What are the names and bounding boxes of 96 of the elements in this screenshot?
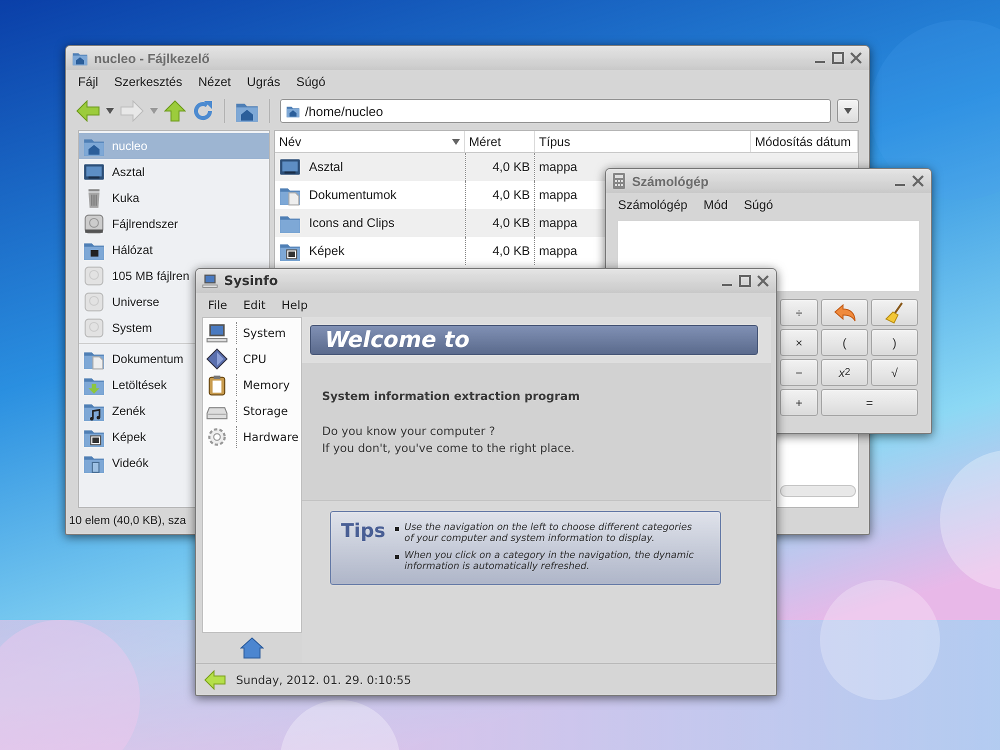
heading: System information extraction program bbox=[322, 389, 581, 403]
sidebar-item[interactable]: Kuka bbox=[79, 185, 144, 211]
column-header[interactable]: Módosítás dátum bbox=[751, 131, 858, 152]
menu-item[interactable]: Súgó bbox=[738, 195, 780, 215]
navigation-item[interactable]: Storage bbox=[206, 398, 298, 424]
sidebar-item[interactable]: Letöltések bbox=[79, 372, 171, 398]
horizontal-scrollbar[interactable] bbox=[780, 485, 856, 497]
size-cell: 4,0 KB bbox=[465, 153, 535, 181]
file-name-cell[interactable]: Icons and Clips bbox=[275, 209, 465, 237]
drive-icon bbox=[83, 317, 105, 339]
maximize-icon[interactable] bbox=[831, 51, 845, 65]
window-title: Számológép bbox=[632, 174, 710, 188]
column-header[interactable]: Méret bbox=[465, 131, 535, 152]
navigation-item[interactable]: Hardware bbox=[206, 424, 298, 450]
status-text: Sunday, 2012. 01. 29. 0:10:55 bbox=[236, 672, 412, 686]
file-name-cell[interactable]: Képek bbox=[275, 237, 465, 265]
type-cell: mappa bbox=[539, 188, 578, 202]
undo-arrow-icon bbox=[834, 304, 856, 322]
navigation-item[interactable]: Memory bbox=[206, 372, 298, 398]
window-title: Sysinfo bbox=[224, 274, 279, 288]
sidebar-item[interactable]: Videók bbox=[79, 450, 152, 476]
calculator-key[interactable]: × bbox=[780, 329, 818, 356]
sidebar-item[interactable]: Képek bbox=[79, 424, 150, 450]
type-cell: mappa bbox=[539, 216, 578, 230]
window-title: nucleo - Fájlkezelő bbox=[94, 50, 211, 66]
undo-button[interactable] bbox=[821, 299, 868, 326]
sidebar-item[interactable]: Zenék bbox=[79, 398, 150, 424]
sort-arrow-icon bbox=[452, 138, 460, 144]
diamond-icon bbox=[206, 348, 228, 370]
menu-item[interactable]: File bbox=[202, 295, 234, 315]
file-name-cell[interactable]: Asztal bbox=[275, 153, 465, 181]
caret-icon bbox=[844, 108, 852, 114]
bullet-icon bbox=[395, 527, 400, 531]
navigation-item[interactable]: CPU bbox=[206, 346, 298, 372]
welcome-banner: Welcome to bbox=[310, 325, 758, 355]
type-cell: mappa bbox=[539, 244, 578, 258]
navigation-item[interactable]: System bbox=[206, 320, 298, 346]
column-header[interactable]: Név bbox=[275, 131, 465, 152]
sidebar-item[interactable]: Universe bbox=[79, 289, 164, 315]
close-icon[interactable] bbox=[756, 274, 770, 288]
column-header[interactable]: Típus bbox=[535, 131, 751, 152]
close-icon[interactable] bbox=[849, 51, 863, 65]
up-arrow-icon[interactable] bbox=[164, 100, 186, 122]
home-icon[interactable] bbox=[240, 637, 264, 659]
intro-text: If you don't, you've come to the right place. bbox=[322, 440, 576, 457]
intro-text: Do you know your computer ? bbox=[322, 423, 496, 440]
back-arrow-icon[interactable] bbox=[76, 100, 100, 122]
maximize-icon[interactable] bbox=[738, 274, 752, 288]
size-cell: 4,0 KB bbox=[465, 237, 535, 265]
clipboard-icon bbox=[206, 374, 228, 396]
home-folder-icon bbox=[72, 50, 88, 66]
broom-icon bbox=[884, 302, 904, 324]
menu-item[interactable]: Fájl bbox=[72, 72, 104, 92]
calculator-icon bbox=[612, 173, 626, 189]
drive-icon bbox=[83, 265, 105, 287]
tips-title: Tips bbox=[341, 520, 386, 544]
close-icon[interactable] bbox=[911, 174, 925, 188]
caret-icon[interactable] bbox=[106, 108, 114, 114]
type-cell: mappa bbox=[539, 160, 578, 174]
gear-icon bbox=[206, 426, 228, 448]
refresh-icon[interactable] bbox=[192, 100, 214, 122]
file-name-cell[interactable]: Dokumentumok bbox=[275, 181, 465, 209]
dropdown-button[interactable] bbox=[837, 99, 859, 123]
size-cell: 4,0 KB bbox=[465, 209, 535, 237]
calculator-key[interactable]: − bbox=[780, 359, 818, 386]
menu-item[interactable]: Súgó bbox=[290, 72, 332, 92]
drive-icon bbox=[83, 213, 105, 235]
calculator-key[interactable]: + bbox=[780, 389, 818, 416]
home-folder-icon bbox=[286, 104, 300, 118]
computer-icon bbox=[202, 273, 218, 289]
tip-text: When you click on a category in the navigation, the dynamic information is automatically refreshed. bbox=[404, 550, 695, 572]
drive-icon bbox=[83, 291, 105, 313]
menu-item[interactable]: Számológép bbox=[612, 195, 694, 215]
sidebar-item[interactable]: System bbox=[79, 315, 156, 341]
menu-item[interactable]: Edit bbox=[237, 295, 272, 315]
calculator-key[interactable]: ( bbox=[821, 329, 868, 356]
sidebar-item[interactable]: 105 MB fájlren bbox=[79, 263, 194, 289]
menu-item[interactable]: Nézet bbox=[192, 72, 237, 92]
tip-text: Use the navigation on the left to choose different categories of your computer and system information to display. bbox=[404, 522, 693, 544]
menu-item[interactable]: Help bbox=[276, 295, 314, 315]
status-text: 10 elem (40,0 KB), sza bbox=[69, 515, 186, 527]
sidebar-item[interactable]: Hálózat bbox=[79, 237, 157, 263]
calculator-key[interactable]: = bbox=[821, 389, 918, 416]
sidebar-item[interactable]: Dokumentum bbox=[79, 346, 188, 372]
sidebar-item[interactable]: Fájlrendszer bbox=[79, 211, 182, 237]
menu-item[interactable]: Szerkesztés bbox=[108, 72, 188, 92]
menu-item[interactable]: Mód bbox=[698, 195, 734, 215]
location-field[interactable]: /home/nucleo bbox=[280, 99, 831, 123]
calculator-key[interactable]: ) bbox=[871, 329, 918, 356]
sidebar-item[interactable]: Asztal bbox=[79, 159, 149, 185]
menu-item[interactable]: Ugrás bbox=[240, 72, 286, 92]
bullet-icon bbox=[395, 555, 400, 559]
computer-icon bbox=[206, 322, 228, 344]
clear-button[interactable] bbox=[871, 299, 918, 326]
calculator-key[interactable]: ÷ bbox=[780, 299, 818, 326]
calculator-key[interactable]: √ bbox=[871, 359, 918, 386]
